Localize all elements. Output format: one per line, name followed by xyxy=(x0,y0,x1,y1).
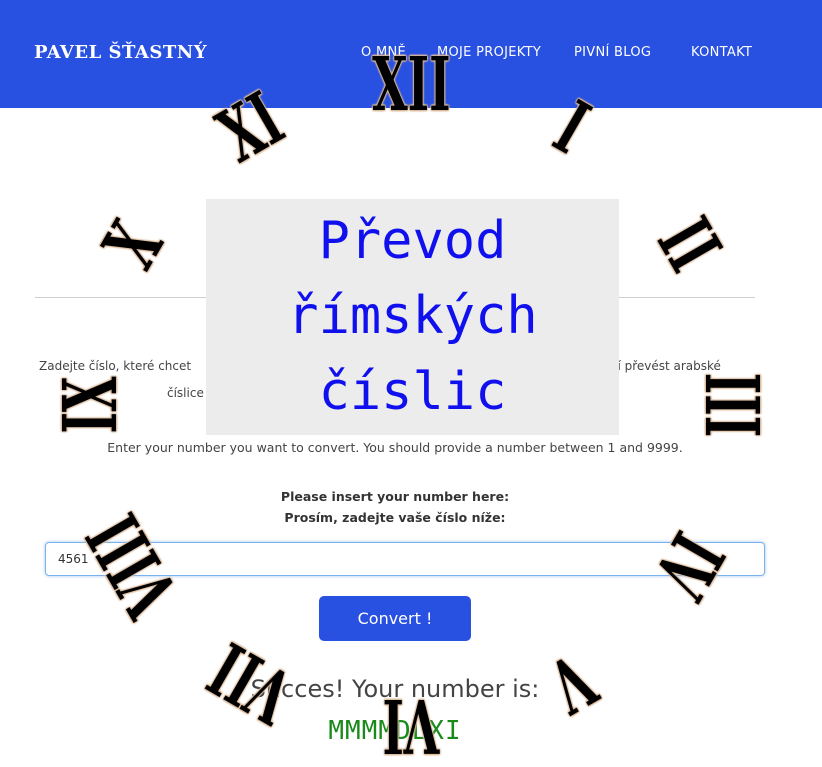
title-panel: Převod římských číslic xyxy=(206,199,619,435)
clock-numeral-ix: IX xyxy=(48,376,135,434)
page-title-line-3: číslic xyxy=(318,361,507,422)
convert-button[interactable]: Convert ! xyxy=(319,596,471,641)
page-title-line-2: římských xyxy=(287,286,538,347)
clock-numeral-vi: VI xyxy=(382,682,440,767)
clock-numeral-iv: IV xyxy=(636,518,740,612)
clock-numeral-ii: II xyxy=(640,204,737,286)
intro-en: Enter your number you want to convert. Y… xyxy=(107,440,683,455)
nav-link-beer-blog[interactable]: PIVNÍ BLOG xyxy=(574,45,651,60)
intro-cz-line-2-left: číslice xyxy=(167,386,204,400)
clock-numeral-iii: III xyxy=(687,372,774,438)
page-title: Převod římských číslic xyxy=(287,204,537,430)
intro-cz-line-1-left: Zadejte číslo, které chcet xyxy=(39,359,192,373)
nav-link-projects[interactable]: MOJE PROJEKTY xyxy=(437,45,541,60)
clock-numeral-x: X xyxy=(87,208,181,282)
input-prompt-en: Please insert your number here: xyxy=(280,489,510,504)
clock-numeral-xii: XII xyxy=(371,42,451,128)
page-title-line-1: Převod xyxy=(318,210,507,271)
nav-link-contact[interactable]: KONTAKT xyxy=(691,45,752,60)
